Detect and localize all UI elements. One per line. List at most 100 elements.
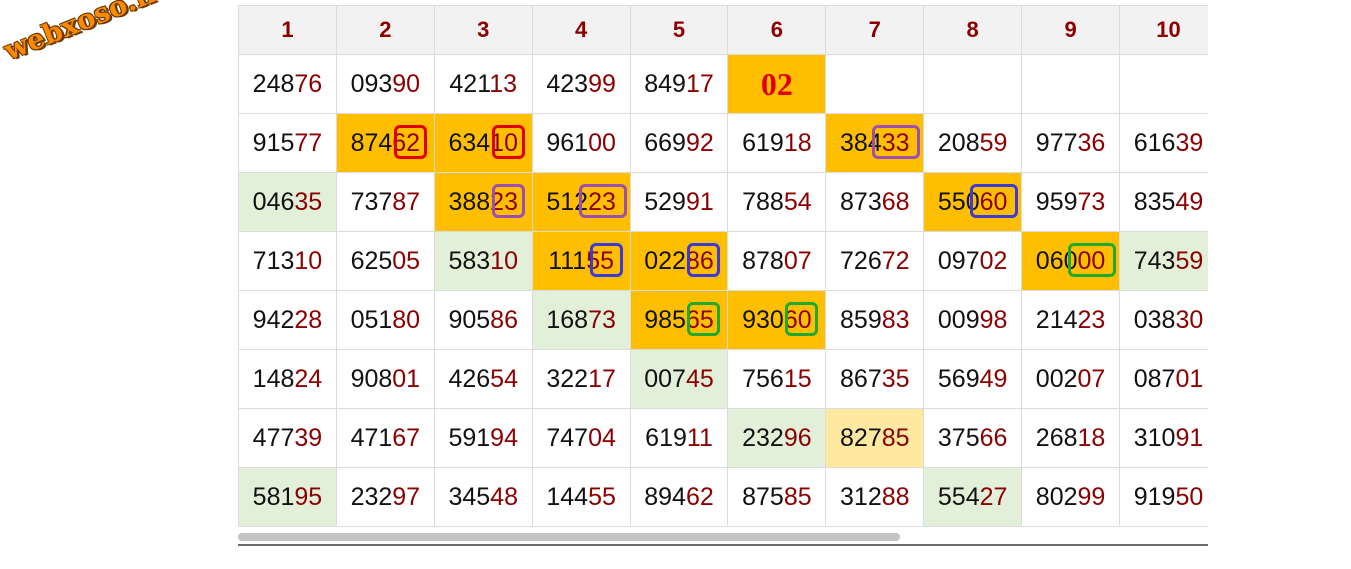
number-cell: 80299 <box>1021 467 1121 527</box>
number-cell: 59194 <box>433 408 533 468</box>
number-tail: 91 <box>685 187 714 216</box>
number-cell: 62505 <box>335 231 435 291</box>
number-head: 423 <box>546 69 589 98</box>
number-cell: 98565 <box>629 290 729 350</box>
number-head: 930 <box>742 305 784 334</box>
number-head: 756 <box>742 364 784 393</box>
number-cell: 85983 <box>825 290 925 350</box>
horizontal-scrollbar[interactable] <box>238 531 1208 546</box>
number-head: 788 <box>742 187 784 216</box>
number-tail: 05 <box>392 246 421 275</box>
number-cell: 61911 <box>629 408 729 468</box>
number-cell: 21423 <box>1021 290 1121 350</box>
number-tail: 83 <box>881 305 910 334</box>
number-cell: 52991 <box>629 172 729 232</box>
number-head: 529 <box>644 187 686 216</box>
number-cell: 74359 <box>1119 231 1208 291</box>
table-row: 24876 09390 42113 42399 84917 02 <box>238 54 1208 114</box>
number-cell: 63410 <box>433 113 533 173</box>
number-tail: 91 <box>1175 423 1204 452</box>
number-cell: 51223 <box>531 172 631 232</box>
number-head: 915 <box>252 128 295 157</box>
number-cell: 83549 <box>1119 172 1208 232</box>
number-cell: 00998 <box>923 290 1023 350</box>
number-cell: 96100 <box>531 113 631 173</box>
number-cell: 20859 <box>923 113 1023 173</box>
number-tail: 15 <box>783 364 812 393</box>
table-row: 47739 47167 59194 74704 61911 23296 82785 37566… <box>238 408 1208 468</box>
number-cell: 78854 <box>727 172 827 232</box>
number-head: 875 <box>742 482 784 511</box>
number-head: 232 <box>350 482 393 511</box>
number-head: 232 <box>742 423 784 452</box>
number-cell: 00745 <box>629 349 729 409</box>
empty-cell <box>1021 54 1121 114</box>
number-cell: 34548 <box>433 467 533 527</box>
number-cell: 42399 <box>531 54 631 114</box>
number-tail: 90 <box>392 69 421 98</box>
number-tail: 01 <box>1175 364 1204 393</box>
number-head: 619 <box>742 128 784 157</box>
number-head: 625 <box>350 246 393 275</box>
number-tail: 00 <box>1077 246 1106 275</box>
number-cell: 82785 <box>825 408 925 468</box>
number-tail: 10 <box>294 246 323 275</box>
number-head: 310 <box>1133 423 1176 452</box>
number-cell: 37566 <box>923 408 1023 468</box>
column-header: 7 <box>825 5 925 55</box>
number-cell: 61639 <box>1119 113 1208 173</box>
number-head: 977 <box>1035 128 1078 157</box>
number-cell: 16873 <box>531 290 631 350</box>
number-head: 097 <box>937 246 980 275</box>
number-head: 168 <box>546 305 589 334</box>
number-tail: 35 <box>294 187 323 216</box>
number-cell: 31288 <box>825 467 925 527</box>
number-cell: 08701 <box>1119 349 1208 409</box>
number-cell: 47167 <box>335 408 435 468</box>
number-cell: 23297 <box>335 467 435 527</box>
number-head: 713 <box>252 246 295 275</box>
number-tail: 28 <box>294 305 323 334</box>
number-head: 827 <box>840 423 882 452</box>
number-tail: 39 <box>294 423 323 452</box>
number-cell: 42654 <box>433 349 533 409</box>
number-cell: 32217 <box>531 349 631 409</box>
number-head: 878 <box>742 246 784 275</box>
number-cell: 09702 <box>923 231 1023 291</box>
results-grid-container: 1 2 3 4 5 6 7 8 9 10 24876 09390 42113 4239… <box>238 5 1208 529</box>
number-tail: 48 <box>490 482 518 511</box>
number-head: 835 <box>1133 187 1176 216</box>
number-cell: 23296 <box>727 408 827 468</box>
number-cell: 05180 <box>335 290 435 350</box>
number-head: 905 <box>448 305 491 334</box>
number-head: 669 <box>644 128 686 157</box>
number-tail: 18 <box>783 128 812 157</box>
table-row: 58195 23297 34548 14455 89462 87585 31288 55427… <box>238 467 1208 527</box>
number-tail: 77 <box>294 128 323 157</box>
number-head: 961 <box>546 128 589 157</box>
number-head: 022 <box>644 246 686 275</box>
number-cell: 38823 <box>433 172 533 232</box>
number-head: 002 <box>1035 364 1078 393</box>
column-header: 3 <box>433 5 533 55</box>
number-tail: 97 <box>392 482 421 511</box>
number-head: 087 <box>1133 364 1176 393</box>
number-head: 959 <box>1035 187 1078 216</box>
number-tail: 23 <box>588 187 616 216</box>
number-head: 046 <box>252 187 295 216</box>
scrollbar-thumb[interactable] <box>238 533 900 541</box>
table-row: 94228 05180 90586 16873 98565 93060 85983 00998… <box>238 290 1208 350</box>
number-head: 619 <box>645 423 687 452</box>
number-tail: 23 <box>1077 305 1106 334</box>
number-tail: 76 <box>294 69 323 98</box>
special-value: 02 <box>760 65 793 102</box>
site-logo[interactable]: webxoso.net <box>0 0 188 67</box>
number-head: 737 <box>350 187 393 216</box>
number-head: 591 <box>448 423 491 452</box>
number-tail: 17 <box>685 69 714 98</box>
number-tail: 30 <box>1175 305 1204 334</box>
table-row: 04635 73787 38823 51223 52991 78854 87368 55060… <box>238 172 1208 232</box>
number-head: 747 <box>546 423 589 452</box>
number-tail: 60 <box>783 305 812 334</box>
table-row: 91577 87462 63410 96100 66992 61918 38433 20859… <box>238 113 1208 173</box>
